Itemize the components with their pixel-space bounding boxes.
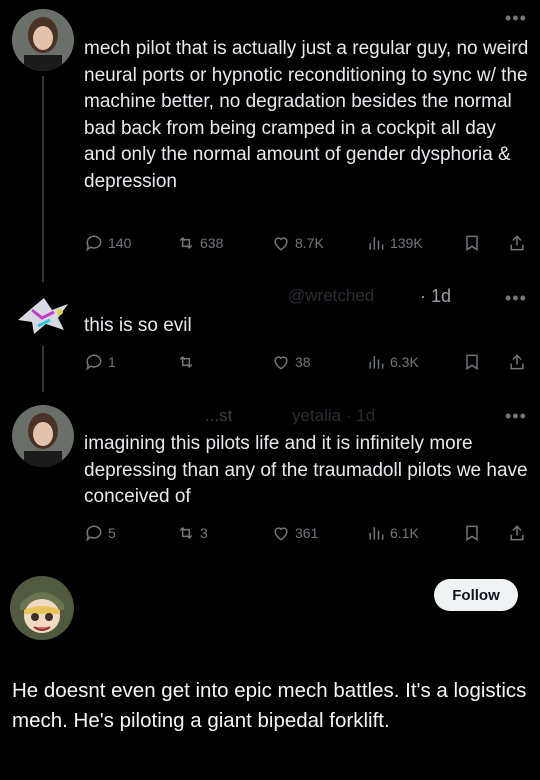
- like-button[interactable]: 38: [271, 350, 311, 374]
- reply-count: 140: [108, 235, 132, 251]
- reply-count: 1: [108, 354, 116, 370]
- views-icon: [369, 356, 384, 369]
- author-handle[interactable]: @wretched: [288, 286, 374, 306]
- views-button[interactable]: 6.3K: [366, 350, 419, 374]
- repost-button[interactable]: [176, 350, 200, 374]
- share-button[interactable]: [507, 521, 531, 545]
- reply-icon: [86, 525, 102, 542]
- bookmark-button[interactable]: [462, 231, 486, 255]
- author-name[interactable]: ...st: [205, 406, 232, 426]
- reply-button[interactable]: 5: [84, 521, 116, 545]
- repost-icon: [179, 526, 193, 540]
- tweet-text: mech pilot that is actually just a regul…: [84, 38, 529, 192]
- bookmark-icon: [466, 354, 478, 371]
- avatar-image: [12, 405, 74, 467]
- avatar[interactable]: [12, 405, 74, 467]
- poster-avatar-image: [10, 576, 74, 640]
- like-button[interactable]: 8.7K: [271, 231, 324, 255]
- reply-count: 5: [108, 525, 116, 541]
- view-count: 6.1K: [390, 525, 419, 541]
- reply-button[interactable]: 140: [84, 231, 131, 255]
- repost-icon: [179, 236, 193, 250]
- follow-button[interactable]: Follow: [434, 579, 518, 611]
- heart-icon: [274, 237, 288, 251]
- share-icon: [510, 354, 524, 370]
- avatar[interactable]: [12, 9, 74, 71]
- share-button[interactable]: [507, 350, 531, 374]
- avatar-image: [12, 9, 74, 71]
- bookmark-icon: [466, 525, 478, 542]
- tweet-actions: 140 638 8.7K 139K: [84, 231, 529, 255]
- more-options-icon[interactable]: •••: [505, 8, 527, 29]
- post-caption: He doesnt even get into epic mech battle…: [12, 679, 527, 732]
- like-count: 8.7K: [295, 235, 324, 251]
- views-icon: [369, 527, 384, 540]
- bookmark-button[interactable]: [462, 521, 486, 545]
- repost-button[interactable]: 638: [176, 231, 223, 255]
- like-count: 38: [295, 354, 311, 370]
- view-count: 139K: [390, 235, 423, 251]
- reply-icon: [86, 235, 102, 252]
- tweet-text: this is so evil: [84, 315, 192, 336]
- repost-count: 3: [200, 525, 208, 541]
- author-handle[interactable]: yetalia · 1d: [292, 406, 375, 426]
- reply-icon: [86, 354, 102, 371]
- like-button[interactable]: 361: [271, 521, 318, 545]
- thread-line: [42, 346, 44, 392]
- poster-avatar[interactable]: [10, 576, 74, 640]
- views-icon: [369, 237, 384, 250]
- bookmark-icon: [466, 235, 478, 252]
- more-options-icon[interactable]: •••: [505, 288, 527, 309]
- heart-icon: [274, 356, 288, 370]
- thread-line: [42, 76, 44, 282]
- share-icon: [510, 235, 524, 251]
- avatar-image: [12, 290, 74, 340]
- tweet-time[interactable]: · 1d: [420, 286, 451, 307]
- tweet-actions: 1 38 6.3K: [84, 350, 529, 374]
- heart-icon: [274, 527, 288, 541]
- reply-button[interactable]: 1: [84, 350, 116, 374]
- share-button[interactable]: [507, 231, 531, 255]
- repost-button[interactable]: 3: [176, 521, 208, 545]
- tweet-actions: 5 3 361 6.1K: [84, 521, 529, 545]
- view-count: 6.3K: [390, 354, 419, 370]
- share-icon: [510, 525, 524, 541]
- more-options-icon[interactable]: •••: [505, 406, 527, 427]
- like-count: 361: [295, 525, 319, 541]
- tweet-text: imagining this pilots life and it is inf…: [84, 433, 528, 507]
- repost-count: 638: [200, 235, 224, 251]
- views-button[interactable]: 139K: [366, 231, 423, 255]
- bookmark-button[interactable]: [462, 350, 486, 374]
- views-button[interactable]: 6.1K: [366, 521, 419, 545]
- repost-icon: [179, 355, 193, 369]
- avatar[interactable]: [12, 290, 74, 340]
